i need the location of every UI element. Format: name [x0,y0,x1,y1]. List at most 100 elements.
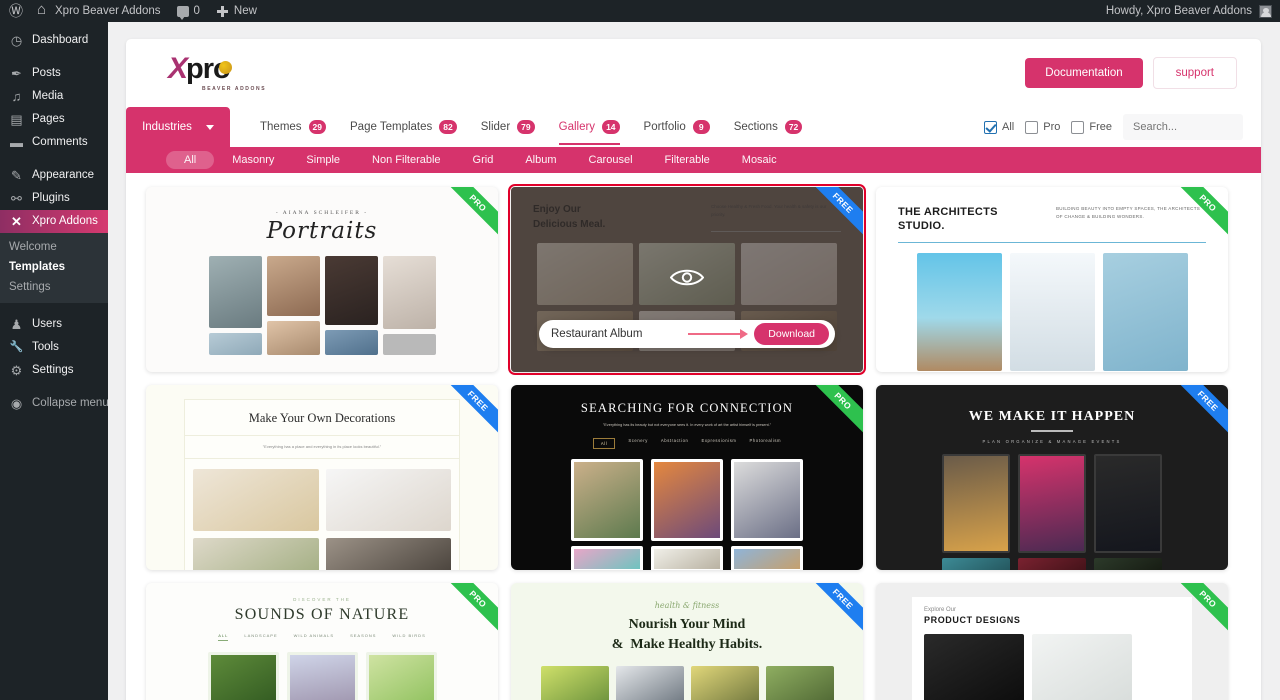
preview-thumbnails [511,665,863,700]
tab-list: Themes 29 Page Templates 82 Slider 79 Ga… [230,107,814,147]
template-card-searching-for-connection[interactable]: PRO SEARCHING FOR CONNECTION "Everything… [511,385,863,570]
dashboard-icon: ◷ [10,33,23,48]
card-heading: THE ARCHITECTS STUDIO. [898,206,998,233]
template-card-restaurant-album[interactable]: FREE Enjoy OurDelicious Meal. Choose Hea… [508,184,866,375]
subfilter-non-filterable[interactable]: Non Filterable [358,151,454,169]
wordpress-logo-icon[interactable]: Ⓦ [0,0,29,22]
card-quote: "Everything has a place and everything i… [185,436,459,459]
preview-filter-expressionism: Expressionism [701,438,737,444]
template-card-we-make-it-happen[interactable]: FREE WE MAKE IT HAPPEN PLAN ORGANIZE & M… [876,385,1228,570]
comments-menu[interactable]: 0 [169,0,208,22]
comment-bubble-icon [176,5,189,20]
tab-slider[interactable]: Slider 79 [469,107,547,147]
xpro-logo: X pro BEAVER ADDONS [168,54,266,93]
sidebar-item-dashboard[interactable]: ◷ Dashboard [0,29,108,52]
template-card-product-designs[interactable]: PRO Explore Our PRODUCT DESIGNS [876,583,1228,700]
card-title: PRODUCT DESIGNS [924,615,1021,625]
account-menu[interactable]: Howdy, Xpro Beaver Addons [1105,4,1280,18]
sidebar-item-comments[interactable]: ▬ Comments [0,131,108,154]
tab-gallery[interactable]: Gallery 14 [547,107,632,147]
admin-content: X pro BEAVER ADDONS Documentation suppor… [108,22,1280,700]
preview-thumbnails [924,634,1180,700]
subfilter-filterable[interactable]: Filterable [651,151,724,169]
site-name-label: Xpro Beaver Addons [55,5,161,17]
new-content-menu[interactable]: New [208,0,265,22]
howdy-label: Howdy, Xpro Beaver Addons [1105,5,1252,17]
subfilter-mosaic[interactable]: Mosaic [728,151,791,169]
sidebar-item-tools[interactable]: 🔧 Tools [0,336,108,359]
avatar [1259,4,1272,18]
checkbox-pro-icon[interactable] [1025,120,1039,134]
filter-pro-label: Pro [1043,121,1061,133]
filter-all-label: All [1002,121,1015,133]
template-card-nourish-your-mind[interactable]: FREE health & fitness Nourish Your Mind &… [511,583,863,700]
tab-sections[interactable]: Sections 72 [722,107,815,147]
chevron-down-icon [205,124,214,130]
template-card-portraits[interactable]: PRO - AIANA SCHLEIFER - Portraits [146,187,498,372]
sidebar-item-plugins[interactable]: ⚯ Plugins [0,187,108,210]
subfilter-album[interactable]: Album [511,151,570,169]
submenu-item-settings[interactable]: Settings [0,277,108,297]
submenu-item-welcome[interactable]: Welcome [0,237,108,257]
template-card-architects-studio[interactable]: PRO THE ARCHITECTS STUDIO. BUILDING BEAUT… [876,187,1228,372]
site-name-menu[interactable]: Xpro Beaver Addons [29,0,169,22]
submenu-item-templates[interactable]: Templates [0,257,108,277]
sidebar-item-label: Media [32,90,64,102]
card-title: SEARCHING FOR CONNECTION [580,401,794,415]
subfilter-grid[interactable]: Grid [459,151,508,169]
admin-sidebar: ◷ Dashboard ✒ Posts ♫ Media ▤ Pages ▬ Co… [0,22,116,700]
sidebar-item-settings[interactable]: ⚙ Settings [0,359,108,382]
collapse-icon: ◉ [10,396,23,411]
filter-free[interactable]: Free [1071,120,1112,134]
subfilter-all[interactable]: All [166,151,215,169]
checkbox-all-icon[interactable] [984,120,998,134]
preview-filter-all: ALL [218,633,229,641]
wrench-icon: 🔧 [9,341,24,353]
template-card-make-your-own-decorations[interactable]: FREE Make Your Own Decorations "Everythi… [146,385,498,570]
plug-icon: ⚯ [11,191,22,206]
tab-portfolio[interactable]: Portfolio 9 [632,107,722,147]
filter-pro[interactable]: Pro [1025,120,1061,134]
divider [1031,430,1073,432]
tab-themes[interactable]: Themes 29 [248,107,338,147]
sidebar-item-posts[interactable]: ✒ Posts [0,62,108,85]
checkbox-free-icon[interactable] [1071,120,1085,134]
preview-filter-all: All [592,438,616,450]
sidebar-item-appearance[interactable]: ✎ Appearance [0,164,108,187]
xpro-templates-panel: X pro BEAVER ADDONS Documentation suppor… [126,39,1261,700]
card-preview: - AIANA SCHLEIFER - Portraits [146,187,498,372]
panel-header: X pro BEAVER ADDONS Documentation suppor… [126,39,1261,107]
card-subtext: PLAN ORGANIZE & MANAGE EVENTS [982,438,1122,444]
tab-label: Page Templates [350,121,433,133]
subfilter-simple[interactable]: Simple [292,151,354,169]
tab-count-badge: 9 [692,120,710,134]
subfilter-masonry[interactable]: Masonry [218,151,288,169]
sidebar-item-label: Comments [32,136,88,148]
preview-filter-landscape: LANDSCAPE [244,633,278,638]
download-button[interactable]: Download [754,323,829,345]
card-eyebrow: DISCOVER THE [293,597,351,602]
subfilter-carousel[interactable]: Carousel [575,151,647,169]
documentation-button[interactable]: Documentation [1025,58,1143,88]
tab-count-badge: 72 [784,120,803,134]
card-hover-infobar: Restaurant Album Download [539,320,835,348]
sidebar-item-users[interactable]: ♟ Users [0,313,108,336]
new-label: New [233,5,257,17]
industries-dropdown[interactable]: Industries [126,107,230,147]
template-tabbar: Industries Themes 29 Page Templates 82 S… [126,107,1261,147]
preview-eye-icon[interactable] [669,267,705,292]
tab-page-templates[interactable]: Page Templates 82 [338,107,469,147]
sidebar-item-media[interactable]: ♫ Media [0,85,108,108]
sidebar-item-label: Users [32,318,63,330]
sidebar-item-collapse-menu[interactable]: ◉ Collapse menu [0,392,109,415]
card-title: SOUNDS OF NATURE [234,606,410,623]
brush-icon: ✎ [11,168,22,183]
search-input[interactable] [1123,114,1243,140]
support-button[interactable]: support [1152,57,1237,89]
sidebar-item-xpro-addons[interactable]: ✕ Xpro Addons [0,210,116,233]
sidebar-item-pages[interactable]: ▤ Pages [0,108,108,131]
tab-count-badge: 82 [439,120,457,134]
filter-all[interactable]: All [984,120,1015,134]
template-card-sounds-of-nature[interactable]: PRO DISCOVER THE SOUNDS OF NATURE ALL LA… [146,583,498,700]
preview-thumbnails [876,253,1228,372]
